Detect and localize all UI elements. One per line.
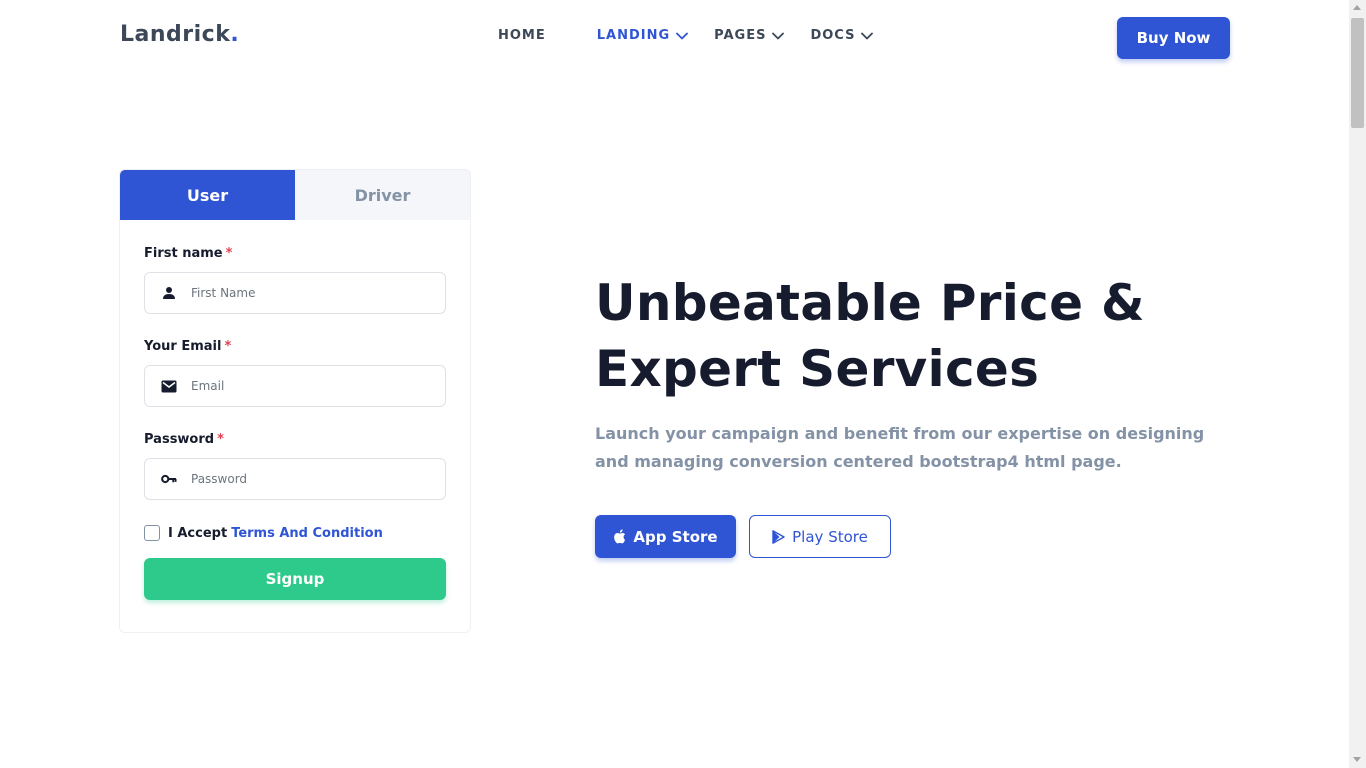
brand-name: Landrick xyxy=(120,22,231,47)
hero-title-line1: Unbeatable Price & xyxy=(595,274,1145,332)
scrollbar-thumb[interactable] xyxy=(1351,18,1364,128)
required-mark: * xyxy=(225,246,233,261)
terms-accept-text: I Accept xyxy=(168,525,228,541)
email-label-text: Your Email xyxy=(144,339,222,354)
email-label: Your Email * xyxy=(144,339,446,357)
password-input[interactable] xyxy=(191,459,441,499)
required-mark: * xyxy=(217,432,224,447)
tab-driver[interactable]: Driver xyxy=(295,170,470,220)
scroll-down-arrow-icon[interactable] xyxy=(1353,757,1361,762)
signup-card: User Driver First name* Your Email* Pass… xyxy=(119,169,471,633)
email-field xyxy=(144,365,446,407)
brand-dot: . xyxy=(230,22,240,47)
tab-user[interactable]: User xyxy=(120,170,295,220)
nav-item-docs[interactable]: DOCS xyxy=(810,28,874,43)
navbar: Landrick. HOME LANDING PAGES DOCS Buy No… xyxy=(0,0,1349,74)
nav-item-label: HOME xyxy=(498,28,546,43)
terms-row: I Accept Terms And Condition xyxy=(144,524,446,542)
signup-form: First name* Your Email* Password* xyxy=(120,220,470,600)
app-store-button[interactable]: App Store xyxy=(595,515,736,558)
hero-subtitle: Launch your campaign and benefit from ou… xyxy=(595,424,1205,471)
apple-icon xyxy=(613,529,626,544)
nav-item-label: PAGES xyxy=(714,28,767,43)
signup-button[interactable]: Signup xyxy=(144,558,446,600)
first-name-field xyxy=(144,272,446,314)
play-store-button[interactable]: Play Store xyxy=(749,515,891,558)
chevron-down-icon xyxy=(772,32,785,40)
nav-item-home[interactable]: HOME xyxy=(498,28,546,43)
key-icon xyxy=(161,471,177,487)
email-input[interactable] xyxy=(191,366,441,406)
password-label-text: Password xyxy=(144,432,215,447)
nav-item-label: LANDING xyxy=(596,28,671,43)
brand-logo[interactable]: Landrick. xyxy=(120,22,239,47)
buy-now-button[interactable]: Buy Now xyxy=(1117,17,1230,59)
scroll-up-arrow-icon[interactable] xyxy=(1353,5,1361,10)
first-name-label: First name * xyxy=(144,246,446,264)
hero-title-line2: Expert Services xyxy=(595,340,1040,398)
password-field xyxy=(144,458,446,500)
app-store-label: App Store xyxy=(633,527,718,546)
nav-item-landing[interactable]: LANDING xyxy=(596,28,689,43)
password-label: Password * xyxy=(144,432,446,450)
chevron-down-icon xyxy=(861,32,874,40)
mail-icon xyxy=(161,378,177,394)
nav-item-label: DOCS xyxy=(810,28,856,43)
first-name-input[interactable] xyxy=(191,273,441,313)
terms-checkbox[interactable] xyxy=(144,525,160,541)
required-mark: * xyxy=(224,339,232,354)
first-name-label-text: First name xyxy=(144,246,223,261)
hero-title: Unbeatable Price & Expert Services xyxy=(595,270,1235,402)
page-scrollbar[interactable] xyxy=(1349,0,1366,768)
play-store-label: Play Store xyxy=(792,527,868,546)
chevron-down-icon xyxy=(676,32,689,40)
terms-link[interactable]: Terms And Condition xyxy=(231,526,383,541)
play-store-icon xyxy=(772,529,785,544)
signup-tabs: User Driver xyxy=(120,170,470,220)
nav-item-pages[interactable]: PAGES xyxy=(714,28,785,43)
user-icon xyxy=(161,285,177,301)
main-nav: HOME LANDING PAGES DOCS xyxy=(498,28,874,43)
